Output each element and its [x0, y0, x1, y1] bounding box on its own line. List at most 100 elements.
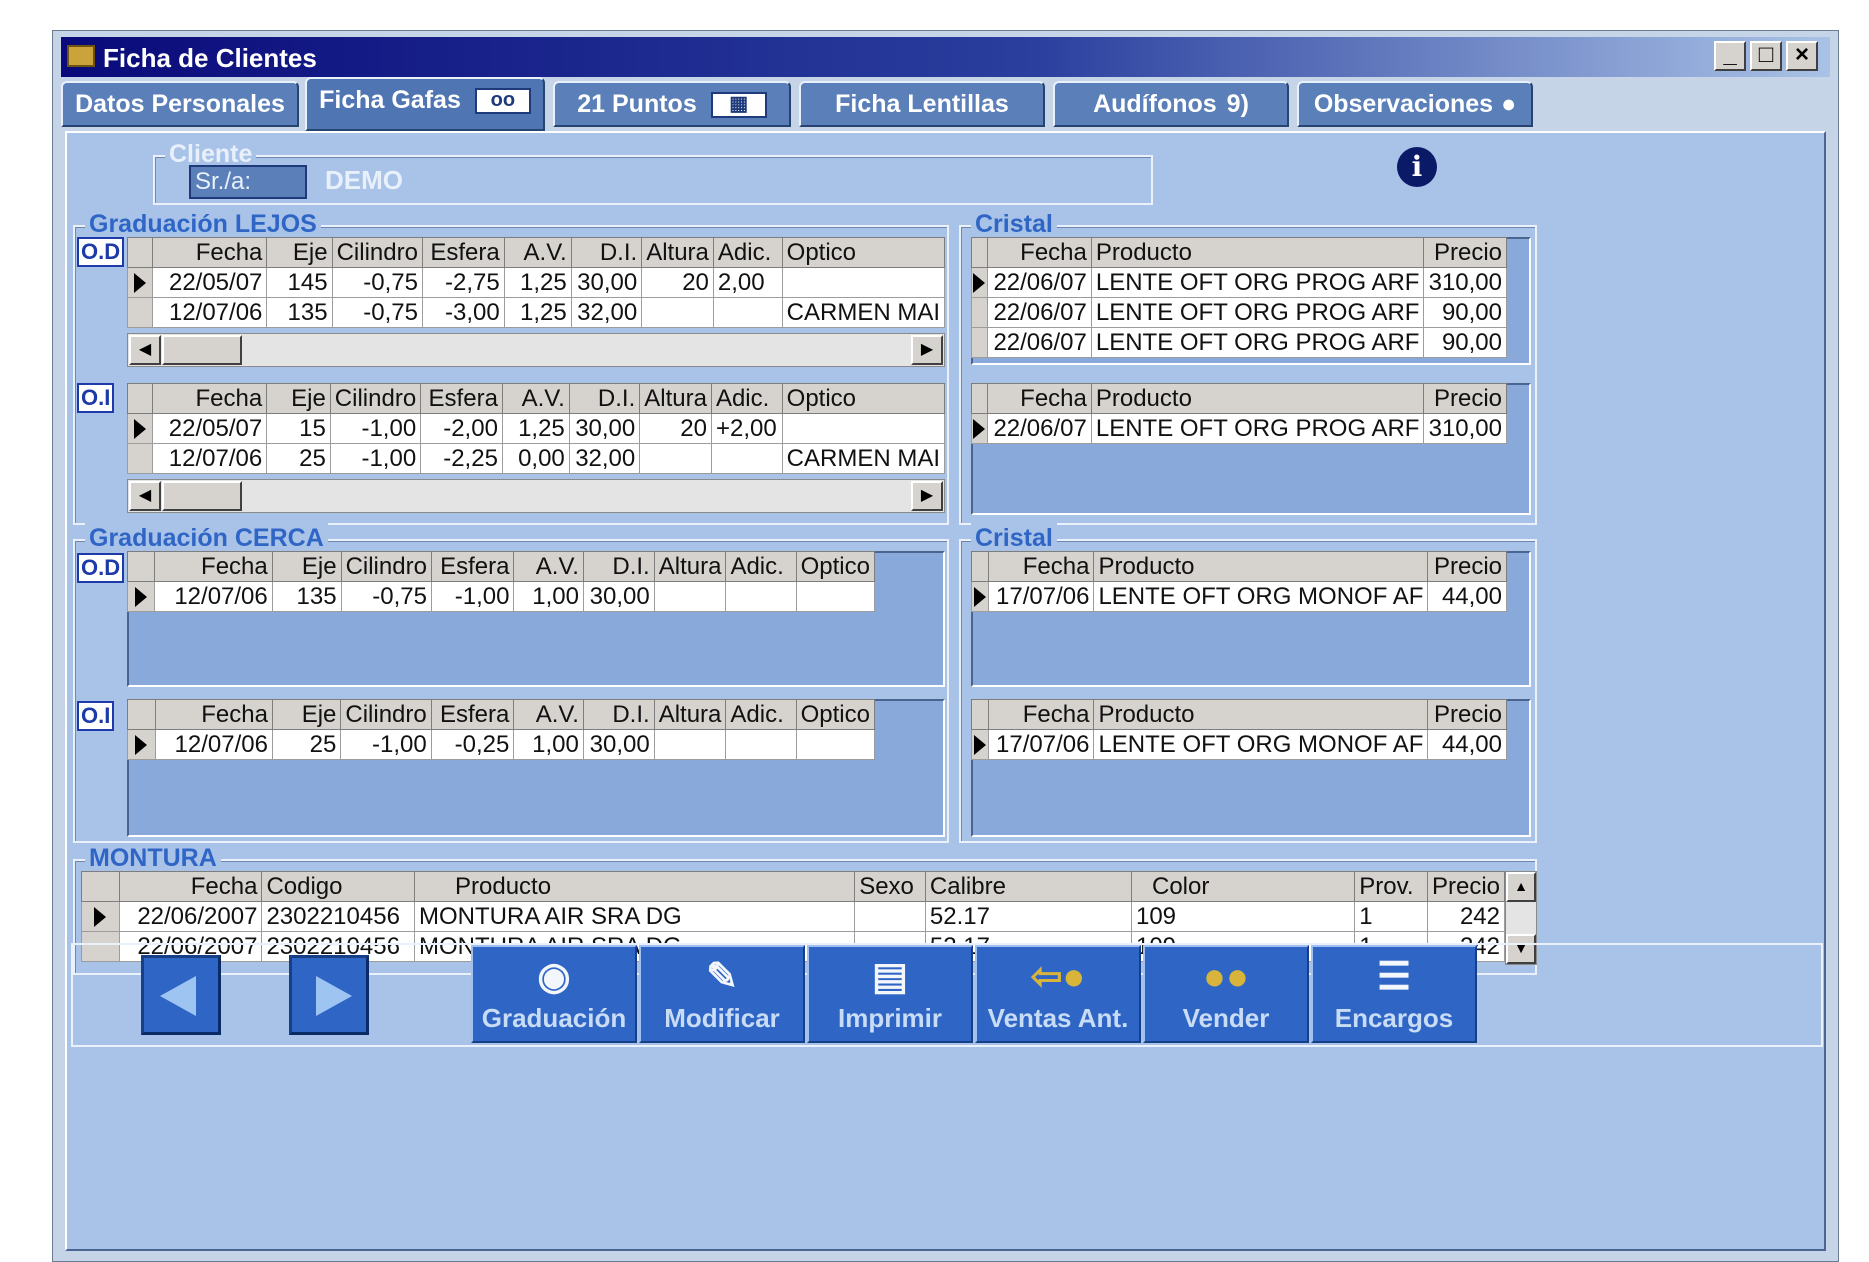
tab-21-puntos[interactable]: 21 Puntos ▦	[553, 81, 791, 127]
tab-datos-personales[interactable]: Datos Personales	[61, 81, 299, 127]
tab-ficha-gafas[interactable]: Ficha Gafas oo	[305, 77, 545, 131]
scroll-left-icon[interactable]: ◀	[129, 335, 161, 365]
cristal-cerca-oi-grid[interactable]: Fecha Producto Precio 17/07/06 LENTE OFT OR…	[970, 699, 1507, 760]
column-header: Altura	[653, 551, 727, 582]
previous-record-button[interactable]	[141, 955, 221, 1035]
column-header: Prov.	[1354, 871, 1428, 902]
lejos-oi-grid[interactable]: Fecha Eje Cilindro Esfera A.V. D.I. Altura A…	[127, 383, 946, 474]
column-header	[127, 383, 153, 414]
scroll-thumb[interactable]	[162, 481, 242, 511]
table-cell: 2,00	[712, 267, 783, 298]
table-row[interactable]: 22/06/07 LENTE OFT ORG PROG ARF 90,00	[971, 297, 1507, 328]
scroll-right-icon[interactable]: ▶	[911, 335, 943, 365]
column-header: A.V.	[513, 699, 584, 730]
info-icon[interactable]: i	[1397, 147, 1437, 187]
col-fecha: Fecha	[151, 237, 268, 268]
graduacion-button[interactable]: ◉ Graduación	[471, 945, 637, 1043]
list-icon: ☰	[1376, 956, 1412, 998]
window-title: Ficha de Clientes	[103, 43, 317, 73]
cerca-od-grid[interactable]: Fecha Eje Cilindro Esfera A.V. D.I. Altura A…	[126, 551, 876, 612]
close-button[interactable]: ×	[1786, 41, 1818, 71]
scroll-left-icon[interactable]: ◀	[129, 481, 161, 511]
table-row[interactable]: 12/07/06 25 -1,00 -2,25 0,00 32,00 CARMEN MA…	[127, 443, 946, 474]
cristal-lejos-od-grid[interactable]: Fecha Producto Precio 22/06/07 LENTE OFT OR…	[971, 237, 1507, 358]
table-cell: -1,00	[329, 413, 422, 444]
column-header: Producto	[1090, 237, 1425, 268]
cristal-lejos-oi-grid[interactable]: Fecha Producto Precio 22/06/07 LENTE OFT OR…	[971, 383, 1507, 444]
printer-icon: ▤	[872, 956, 908, 998]
table-row[interactable]: 22/06/07 LENTE OFT ORG PROG ARF 310,00	[971, 413, 1507, 444]
cristal-cerca-od-grid[interactable]: Fecha Producto Precio 17/07/06 LENTE OFT OR…	[970, 551, 1507, 612]
col-adic: Adic.	[712, 237, 783, 268]
table-row[interactable]: 22/06/07 LENTE OFT ORG PROG ARF 310,00	[971, 267, 1507, 298]
scroll-right-icon[interactable]: ▶	[911, 481, 943, 511]
row-pointer-icon	[135, 587, 148, 608]
table-cell: 44,00	[1427, 729, 1507, 760]
table-row[interactable]: 22/06/07 LENTE OFT ORG PROG ARF 90,00	[971, 327, 1507, 358]
row-pointer-icon	[135, 735, 148, 756]
table-cell: 22/06/07	[986, 327, 1092, 358]
table-cell	[971, 327, 988, 358]
table-cell: 0,00	[501, 443, 570, 474]
tab-audifonos[interactable]: Audífonos 9︎)	[1053, 81, 1289, 127]
table-row[interactable]: 17/07/06 LENTE OFT ORG MONOF AF 44,00	[970, 729, 1507, 760]
column-header: Precio	[1427, 699, 1507, 730]
table-cell: 22/05/07	[151, 267, 268, 298]
table-cell: 242	[1426, 901, 1506, 932]
tab-ficha-lentillas[interactable]: Ficha Lentillas◌	[799, 81, 1045, 161]
ventas-ant-button[interactable]: ⇦● Ventas Ant.	[975, 945, 1141, 1043]
imprimir-button[interactable]: ▤ Imprimir	[807, 945, 973, 1043]
table-row[interactable]: 12/07/06 135 -0,75 -3,00 1,25 32,00 CARMEN M…	[127, 297, 946, 328]
table-cell	[971, 297, 988, 328]
table-row[interactable]: 12/07/06 135 -0,75 -1,00 1,00 30,00	[126, 581, 876, 612]
table-row[interactable]: 22/06/20072302210456 MONTURA AIR SRA DG …	[81, 901, 1506, 932]
table-cell: 30,00	[568, 413, 641, 444]
encargos-button[interactable]: ☰ Encargos	[1311, 945, 1477, 1043]
column-header: Producto	[1093, 699, 1429, 730]
hearing-icon: 9︎)	[1226, 90, 1249, 118]
title-prefix-field[interactable]: Sr./a:	[189, 165, 307, 199]
table-cell: LENTE OFT ORG PROG ARF	[1090, 297, 1425, 328]
vender-button[interactable]: ●● Vender	[1143, 945, 1309, 1043]
column-header: D.I.	[568, 383, 641, 414]
column-header: Calibre	[924, 871, 1132, 902]
column-header: Fecha	[988, 699, 1095, 730]
column-header: Adic.	[725, 551, 797, 582]
column-header: Producto	[1090, 383, 1425, 414]
table-cell: 30,00	[582, 729, 655, 760]
column-header: D.I.	[582, 699, 655, 730]
horizontal-scrollbar[interactable]: ◀ ▶	[127, 333, 945, 367]
modificar-button[interactable]: ✎ Modificar	[639, 945, 805, 1043]
maximize-button[interactable]: □	[1750, 41, 1782, 71]
cerca-oi-grid[interactable]: Fecha Eje Cilindro Esfera A.V. D.I. Altura A…	[127, 699, 876, 760]
scroll-up-icon[interactable]: ▲	[1506, 872, 1536, 902]
table-cell: CARMEN MAI	[781, 443, 946, 474]
column-header: Fecha	[986, 383, 1092, 414]
table-row[interactable]: 22/05/07 145 -0,75 -2,75 1,25 30,00 20 2,00	[127, 267, 946, 298]
table-cell	[710, 443, 783, 474]
table-cell	[653, 581, 727, 612]
col-optico: Optico	[781, 237, 946, 268]
tab-observaciones[interactable]: Observaciones ●	[1297, 81, 1533, 127]
button-label: Vender	[1182, 1003, 1270, 1033]
table-cell: -3,00	[421, 297, 505, 328]
row-pointer-icon	[133, 419, 146, 440]
next-record-button[interactable]	[289, 955, 369, 1035]
col-esfera: Esfera	[421, 237, 505, 268]
table-row[interactable]: 22/05/07 15 -1,00 -2,00 1,25 30,00 20 +2,00	[127, 413, 946, 444]
column-header	[126, 551, 156, 582]
minimize-button[interactable]: _	[1714, 41, 1746, 71]
table-row[interactable]: 17/07/06 LENTE OFT ORG MONOF AF 44,00	[970, 581, 1507, 612]
lejos-od-grid[interactable]: Fecha Eje Cilindro Esfera A.V. D.I. Altu…	[127, 237, 946, 328]
table-cell: -1,00	[430, 581, 515, 612]
column-header: Fecha	[154, 551, 273, 582]
column-header: Precio	[1423, 383, 1507, 414]
button-label: Modificar	[664, 1003, 780, 1033]
circle-icon: ●	[1501, 90, 1517, 118]
scroll-thumb[interactable]	[162, 335, 242, 365]
horizontal-scrollbar[interactable]: ◀ ▶	[127, 479, 945, 513]
column-header: Codigo	[261, 871, 416, 902]
table-row[interactable]: 12/07/06 25 -1,00 -0,25 1,00 30,00	[127, 729, 876, 760]
column-header: Precio	[1426, 871, 1506, 902]
table-cell: 44,00	[1427, 581, 1507, 612]
